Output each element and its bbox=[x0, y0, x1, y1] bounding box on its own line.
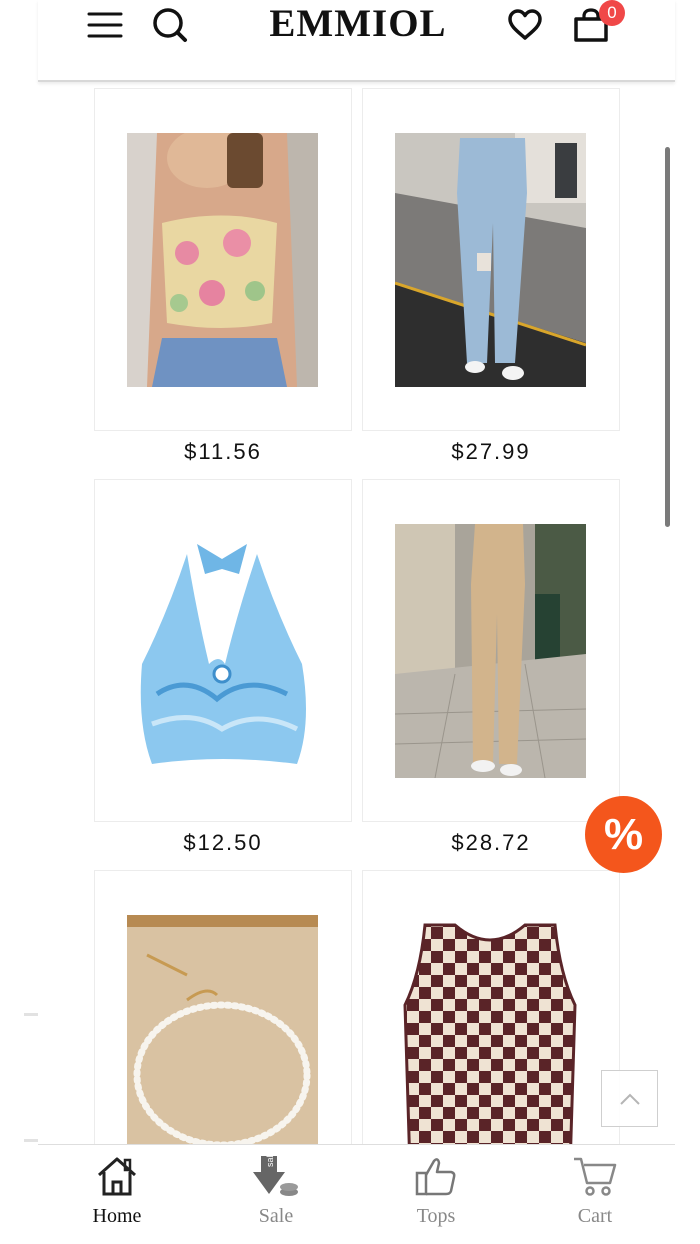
bottom-navigation: Home sale Sale Tops Cart bbox=[38, 1144, 675, 1244]
nav-cart[interactable]: Cart bbox=[545, 1153, 645, 1228]
nav-sale-label: Sale bbox=[258, 1205, 294, 1227]
edge-divider bbox=[24, 1013, 38, 1016]
search-icon[interactable] bbox=[151, 6, 189, 44]
product-card[interactable]: $28.72 bbox=[362, 479, 620, 858]
product-price: $11.56 bbox=[184, 439, 262, 464]
top-header: EMMIOL 0 bbox=[38, 0, 675, 82]
edge-divider bbox=[24, 1139, 38, 1142]
wishlist-heart-icon[interactable] bbox=[506, 6, 544, 44]
product-image-pearl-necklace[interactable] bbox=[127, 915, 318, 1169]
chevron-up-icon bbox=[619, 1093, 640, 1105]
shopping-cart-icon bbox=[572, 1153, 618, 1199]
nav-home[interactable]: Home bbox=[67, 1153, 167, 1228]
nav-tops-label: Tops bbox=[416, 1205, 456, 1227]
back-to-top-button[interactable] bbox=[601, 1070, 658, 1127]
product-image-blue-swirl-halter-top[interactable] bbox=[127, 524, 318, 778]
product-card[interactable]: $11.56 bbox=[94, 88, 352, 467]
nav-tops[interactable]: Tops bbox=[386, 1153, 486, 1228]
product-price: $28.72 bbox=[451, 830, 531, 855]
nav-cart-label: Cart bbox=[577, 1205, 613, 1227]
brand-logo[interactable]: EMMIOL bbox=[263, 0, 453, 46]
cart-count-badge: 0 bbox=[599, 0, 625, 26]
product-price: $12.50 bbox=[183, 830, 263, 855]
nav-home-label: Home bbox=[92, 1205, 142, 1227]
menu-icon[interactable] bbox=[86, 6, 124, 44]
discount-button[interactable]: % bbox=[585, 796, 662, 873]
product-image-floral-lace-cami-top[interactable] bbox=[127, 133, 318, 387]
product-image-ripped-flare-jeans[interactable] bbox=[395, 133, 586, 387]
product-image-checkered-knit-tank[interactable] bbox=[395, 915, 586, 1169]
home-icon bbox=[94, 1153, 140, 1199]
product-card[interactable]: $27.99 bbox=[362, 88, 620, 467]
page-scrollbar[interactable] bbox=[665, 147, 670, 527]
product-price: $27.99 bbox=[451, 439, 531, 464]
product-card[interactable]: $12.50 bbox=[94, 479, 352, 858]
thumbs-up-icon bbox=[413, 1153, 459, 1199]
svg-text:sale: sale bbox=[265, 1154, 275, 1167]
product-image-tan-flare-pants[interactable] bbox=[395, 524, 586, 778]
nav-sale[interactable]: sale Sale bbox=[226, 1153, 326, 1228]
sale-tag-icon: sale bbox=[253, 1153, 299, 1199]
